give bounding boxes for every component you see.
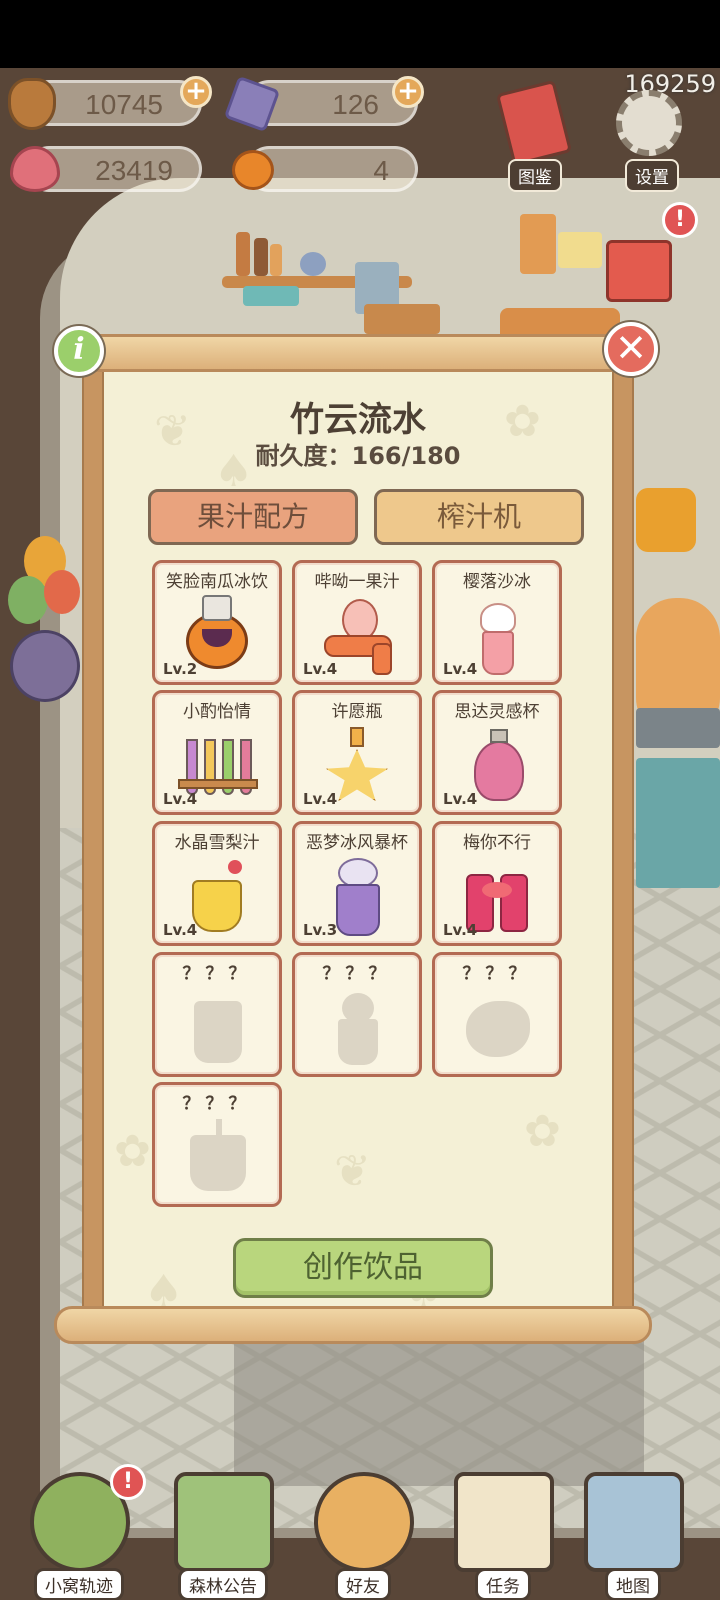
map-icon xyxy=(584,1472,684,1572)
home-notification-badge: ! xyxy=(110,1464,146,1500)
friends-icon xyxy=(314,1472,414,1572)
tab-juice-recipes[interactable]: 果汁配方 xyxy=(148,489,358,545)
locked-cup-silhouette-icon xyxy=(172,987,262,1067)
heart-value: 23419 xyxy=(95,155,173,186)
nav-forest-notice[interactable]: 森林公告 xyxy=(164,1462,282,1600)
recipe-level: Lv.2 xyxy=(163,660,198,678)
info-button[interactable]: i xyxy=(54,326,104,376)
recipe-name: ？？？ xyxy=(182,1094,252,1114)
recipe-card[interactable]: 樱落沙冰 Lv.4 xyxy=(432,560,562,685)
panel-title: 竹云流水 xyxy=(290,400,426,440)
bottle xyxy=(236,232,250,276)
recipe-level: Lv.4 xyxy=(443,790,478,808)
pumpkin-icon xyxy=(232,150,274,190)
locked-fruit-silhouette-icon xyxy=(452,987,542,1067)
recipe-card[interactable]: 梅你不行 Lv.4 xyxy=(432,821,562,946)
settings-label: 设置 xyxy=(625,159,679,192)
recipe-level: Lv.4 xyxy=(303,790,338,808)
envelope-icon xyxy=(174,1472,274,1572)
recipe-card[interactable]: 笑脸南瓜冰饮 Lv.2 xyxy=(152,560,282,685)
close-button[interactable]: ✕ xyxy=(604,322,658,376)
add-crystal-button[interactable]: + xyxy=(392,76,424,108)
add-acorn-button[interactable]: + xyxy=(180,76,212,108)
locked-recipe-card[interactable]: ？？？ xyxy=(292,952,422,1077)
crystal-value: 126 xyxy=(332,89,379,120)
jars xyxy=(364,304,440,334)
recipe-name: ？？？ xyxy=(322,964,392,984)
recipe-level: Lv.4 xyxy=(443,660,478,678)
scroll-bottom-rod xyxy=(54,1306,652,1344)
cheese xyxy=(558,232,602,268)
status-bar xyxy=(0,0,720,68)
recipe-level: Lv.4 xyxy=(163,921,198,939)
clipboard-icon xyxy=(454,1472,554,1572)
shelf-bracket xyxy=(243,286,299,306)
durability-text: 耐久度：166/180 xyxy=(255,442,461,470)
tab-juicer[interactable]: 榨汁机 xyxy=(374,489,584,545)
create-drink-button[interactable]: 创作饮品 xyxy=(233,1238,493,1298)
recipe-card[interactable]: 许愿瓶 Lv.4 xyxy=(292,690,422,815)
nav-tasks[interactable]: 任务 xyxy=(444,1462,562,1600)
heart-icon xyxy=(10,146,60,192)
acorn-icon xyxy=(8,78,56,130)
recipe-name: ？？？ xyxy=(182,964,252,984)
recipe-card[interactable]: 思达灵感杯 Lv.4 xyxy=(432,690,562,815)
nav-label: 地图 xyxy=(605,1568,661,1600)
recipe-name: 许愿瓶 xyxy=(331,702,383,722)
recipe-level: Lv.4 xyxy=(163,790,198,808)
scroll-top-rod xyxy=(76,334,642,372)
bottle xyxy=(254,238,268,276)
plant-pot xyxy=(300,252,326,276)
recipe-name: 樱落沙冰 xyxy=(463,572,531,592)
recipe-name: 哔呦一果汁 xyxy=(314,572,400,592)
tv-decoration xyxy=(636,488,696,552)
recipe-card[interactable]: 水晶雪梨汁 Lv.4 xyxy=(152,821,282,946)
recipe-name: 水晶雪梨汁 xyxy=(174,833,260,853)
nav-friends[interactable]: 好友 xyxy=(304,1462,422,1600)
recipe-name: 小酌怡情 xyxy=(183,702,251,722)
book-icon xyxy=(495,79,573,167)
nav-label: 森林公告 xyxy=(178,1568,268,1600)
recipe-card[interactable]: 哔呦一果汁 Lv.4 xyxy=(292,560,422,685)
recipe-card[interactable]: 恶梦冰风暴杯 Lv.3 xyxy=(292,821,422,946)
stove xyxy=(636,708,720,748)
pumpkin-value: 4 xyxy=(373,155,389,186)
nav-label: 小窝轨迹 xyxy=(34,1568,124,1600)
guide-button[interactable]: 图鉴 xyxy=(492,79,578,192)
gift-notification-badge: ! xyxy=(662,202,698,238)
acorn-value: 10745 xyxy=(85,89,163,120)
recipe-level: Lv.4 xyxy=(443,921,478,939)
nav-map[interactable]: 地图 xyxy=(574,1462,692,1600)
balloon-icon xyxy=(44,570,80,614)
gift-icon[interactable] xyxy=(606,240,672,302)
recipe-level: Lv.3 xyxy=(303,921,338,939)
recipe-name: 思达灵感杯 xyxy=(454,702,540,722)
gear-icon xyxy=(616,90,682,156)
guide-label: 图鉴 xyxy=(508,159,562,192)
recipe-level: Lv.4 xyxy=(303,660,338,678)
balloon-icon xyxy=(8,576,48,624)
recipe-name: 梅你不行 xyxy=(463,833,531,853)
nav-label: 好友 xyxy=(335,1568,391,1600)
nav-label: 任务 xyxy=(475,1568,531,1600)
recipe-name: 恶梦冰风暴杯 xyxy=(306,833,408,853)
recipe-card[interactable]: 小酌怡情 Lv.4 xyxy=(152,690,282,815)
spice-box xyxy=(520,214,556,274)
pumpkin-balloon-icon[interactable] xyxy=(10,630,80,702)
locked-sundae-silhouette-icon xyxy=(312,987,402,1067)
recipe-name: ？？？ xyxy=(462,964,532,984)
locked-recipe-card[interactable]: ？？？ xyxy=(432,952,562,1077)
settings-button[interactable]: 设置 xyxy=(610,86,694,192)
cabinet xyxy=(636,758,720,888)
locked-recipe-card[interactable]: ？？？ xyxy=(152,1082,282,1207)
locked-recipe-card[interactable]: ？？？ xyxy=(152,952,282,1077)
recipe-name: 笑脸南瓜冰饮 xyxy=(166,572,268,592)
bottle xyxy=(270,244,282,276)
locked-mug-silhouette-icon xyxy=(172,1117,262,1197)
